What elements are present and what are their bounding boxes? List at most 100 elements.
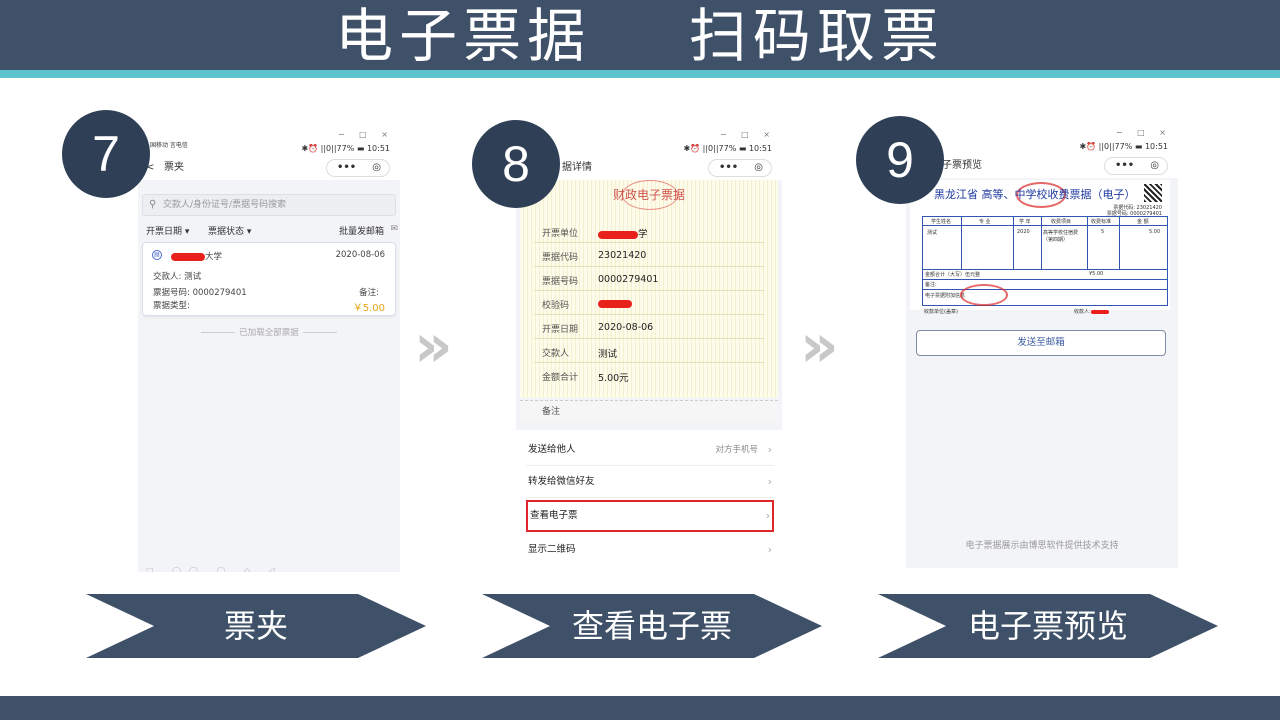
redaction-mark [598, 230, 638, 239]
field-value: 测试 [598, 349, 618, 360]
ticket-icon: ▤ [152, 250, 162, 260]
window-controls[interactable]: − □ × [516, 128, 782, 142]
qr-code [1144, 184, 1162, 202]
table-line [923, 269, 1167, 270]
more-icon[interactable]: ••• [1115, 158, 1134, 174]
send-to-email-button[interactable]: 发送至邮箱 [916, 330, 1166, 356]
menu-view-e-ticket[interactable]: 查看电子票 › [526, 500, 774, 532]
action-menu: 发送给他人 对方手机号 › 转发给微信好友 › 查看电子票 › 显示二维码 › [516, 430, 782, 570]
divider [534, 362, 764, 363]
page-title: 电子票据 扫码取票 [335, 2, 945, 70]
ticket-card[interactable]: ▤ 大学 2020-08-06 交款人: 测试 票据号码: 0000279401… [142, 242, 396, 316]
status-right: ✱⏰ ||0||77% ▬ 10:51 [683, 144, 772, 153]
close-target-icon[interactable]: ◎ [372, 160, 381, 176]
attach-label: 电子票据附加信息 [925, 293, 966, 299]
batch-email-button[interactable]: 批量发邮箱 [339, 224, 384, 237]
col-header: 学 年 [1019, 219, 1031, 225]
phone-screenshot-ticket-preview: − □ × ✱⏰ ||0||77% ▬ 10:51 子票预览 ••• ◎ 黑龙江… [906, 126, 1178, 568]
status-right: ✱⏰ ||0||77% ▬ 10:51 [301, 144, 390, 153]
invoice-table: 学生姓名 专 业 学 年 收费项目 收费标准 金 额 测试 2020 高等学校住… [922, 216, 1168, 306]
col-header: 专 业 [979, 219, 991, 225]
cell: 高等学校住宿费（第四期） [1043, 230, 1079, 243]
redaction-mark [598, 299, 632, 308]
carrier-label: 国移动 言电信 [150, 142, 188, 149]
ticket-date: 2020-08-06 [335, 250, 385, 260]
step-number-9: 9 [856, 116, 944, 204]
receiver-label: 收款人: [1074, 308, 1109, 315]
divider [534, 338, 764, 339]
more-icon[interactable]: ••• [337, 160, 356, 176]
ticket-number: 票据号码: 0000279401 [153, 288, 247, 298]
field-value: 学 [598, 226, 648, 240]
table-line [1013, 217, 1014, 269]
filter-status-dropdown[interactable]: 票据状态 ▾ [208, 224, 251, 237]
ticket-remark: 备注: [359, 288, 379, 298]
chevron-right-double-icon: » [800, 311, 839, 381]
nav-title: 子票预览 [942, 160, 982, 171]
mini-program-capsule[interactable]: ••• ◎ [326, 159, 390, 177]
divider [534, 314, 764, 315]
ticket-payer: 交款人: 测试 [153, 272, 202, 282]
table-line [1041, 217, 1042, 269]
chevron-right-double-icon: » [414, 311, 453, 381]
field-value: 0000279401 [598, 274, 659, 285]
col-header: 金 额 [1137, 219, 1149, 225]
status-bar: ✱⏰ ||0||77% ▬ 10:51 [906, 140, 1178, 154]
remark-bar: 备注 [520, 400, 778, 422]
close-target-icon[interactable]: ◎ [754, 160, 763, 176]
redaction-mark [1090, 309, 1109, 314]
cell: 测试 [927, 230, 938, 236]
filter-row: 开票日期 ▾ 票据状态 ▾ 批量发邮箱 ✉ [146, 224, 398, 238]
nav-bar: < 票夹 ••• ◎ [138, 156, 400, 180]
footer-bar [0, 696, 1280, 720]
invoice-title: 黑龙江省 高等、中学校收费票据（电子） [934, 188, 1136, 201]
cell: 5 [1101, 229, 1105, 235]
menu-hint: 对方手机号 [715, 445, 758, 455]
remark-label: 备注: [925, 282, 937, 288]
phone-screenshot-ticket-detail: − □ × ✱⏰ ||0||77% ▬ 10:51 据详情 ••• ◎ 财政电子… [516, 128, 782, 570]
powered-by-text: 电子票据展示由博思软件提供技术支持 [965, 541, 1119, 551]
col-header: 收费项目 [1051, 219, 1072, 225]
col-header: 收费标准 [1091, 219, 1112, 225]
step-number-8: 8 [472, 120, 560, 208]
table-line [961, 217, 962, 269]
nav-bar: 子票预览 ••• ◎ [906, 154, 1178, 178]
table-line [923, 289, 1167, 290]
more-icon[interactable]: ••• [719, 160, 738, 176]
ticket-school: 大学 [171, 250, 222, 262]
table-line [923, 279, 1167, 280]
step-number-7: 7 [62, 110, 150, 198]
menu-forward-wechat[interactable]: 转发给微信好友 › [526, 466, 774, 498]
paper-title: 财政电子票据 [612, 188, 685, 202]
total-small: ¥5.00 [1089, 271, 1104, 277]
mini-program-capsule[interactable]: ••• ◎ [708, 159, 772, 177]
table-line [1119, 217, 1120, 269]
mini-program-capsule[interactable]: ••• ◎ [1104, 157, 1168, 175]
search-input[interactable]: ⚲ 交款人/身份证号/票据号码搜索 [142, 194, 396, 216]
field-label: 票据代码 [542, 253, 579, 263]
header-accent-line [0, 70, 1280, 78]
invoice-image: 黑龙江省 高等、中学校收费票据（电子） 票据代码: 23021420 票据号码:… [910, 180, 1170, 315]
col-header: 学生姓名 [931, 219, 952, 225]
divider [534, 266, 764, 267]
chevron-right-icon: › [767, 475, 772, 488]
chevron-right-icon: › [765, 509, 770, 522]
close-target-icon[interactable]: ◎ [1150, 158, 1159, 174]
menu-send-to-others[interactable]: 发送给他人 对方手机号 › [526, 434, 774, 466]
cell: 2020 [1017, 229, 1030, 235]
status-bar: 国移动 言电信 ✱⏰ ||0||77% ▬ 10:51 [138, 142, 400, 156]
step-label-ticket-folder: 票夹 [86, 594, 426, 658]
bottom-toolbar-icons: □ ◯◯ ◯ ◇ ◁ [146, 566, 283, 572]
filter-date-dropdown[interactable]: 开票日期 ▾ [146, 224, 189, 237]
window-controls[interactable]: − □ × [906, 126, 1178, 140]
step-label-view-e-ticket: 查看电子票 [482, 594, 822, 658]
divider [534, 290, 764, 291]
menu-show-qrcode[interactable]: 显示二维码 › [526, 534, 774, 566]
field-value: 2020-08-06 [598, 322, 654, 333]
chevron-right-icon: › [767, 543, 772, 556]
search-placeholder: 交款人/身份证号/票据号码搜索 [163, 200, 287, 210]
field-value [598, 298, 632, 309]
window-controls[interactable]: − □ × [138, 128, 400, 142]
field-value: 5.00元 [598, 373, 629, 384]
e-ticket-paper: 财政电子票据 开票单位 学 票据代码 23021420 票据号码 0000279… [520, 180, 778, 398]
